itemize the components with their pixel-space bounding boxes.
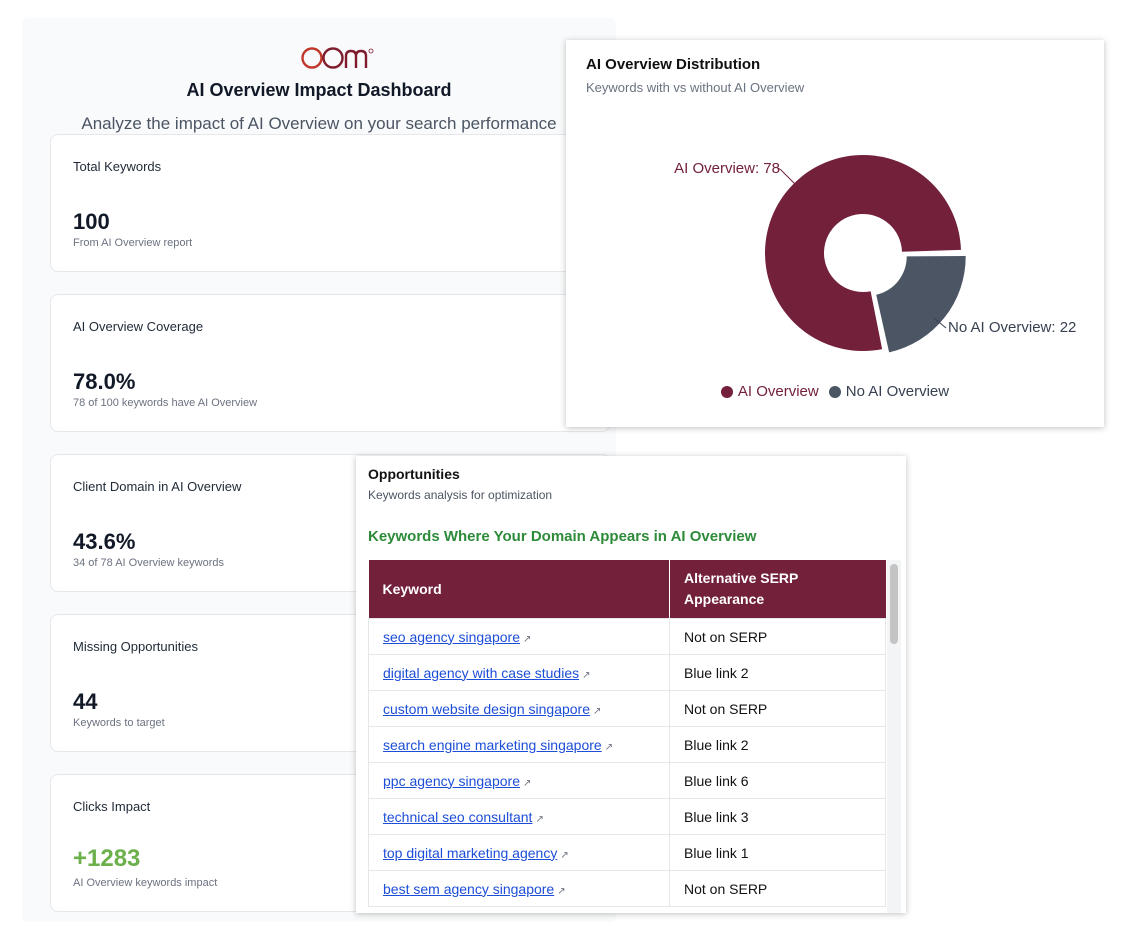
- keywords-table-wrapper: Keyword Alternative SERP Appearance seo …: [368, 560, 886, 913]
- legend-item-no-ai-overview[interactable]: No AI Overview: [828, 383, 950, 400]
- card-title: Clicks Impact: [73, 799, 151, 814]
- card-value: 78.0%: [73, 369, 136, 394]
- keyword-cell: search engine marketing singapore ↗: [368, 726, 670, 763]
- card-title: Missing Opportunities: [73, 639, 198, 654]
- slice-no-ai-overview[interactable]: [876, 255, 966, 353]
- keyword-link[interactable]: top digital marketing agency: [383, 845, 557, 861]
- card-title: Client Domain in AI Overview: [73, 479, 242, 494]
- appearance-cell: Blue link 6: [669, 762, 886, 799]
- keyword-link[interactable]: search engine marketing singapore: [383, 737, 602, 753]
- keyword-link[interactable]: digital agency with case studies: [383, 665, 579, 681]
- table-row: top digital marketing agency ↗ Blue link 1: [368, 834, 886, 871]
- keyword-link[interactable]: ppc agency singapore: [383, 773, 520, 789]
- stat-card-total-keywords: Total Keywords 100 From AI Overview repo…: [50, 134, 610, 272]
- external-link-icon[interactable]: ↗: [593, 706, 601, 717]
- card-note: Keywords to target: [73, 717, 165, 729]
- page-subtitle: Analyze the impact of AI Overview on you…: [81, 114, 557, 133]
- legend-label: AI Overview: [737, 383, 819, 400]
- card-note: From AI Overview report: [73, 237, 193, 249]
- external-link-icon[interactable]: ↗: [605, 742, 613, 753]
- keyword-link[interactable]: technical seo consultant: [383, 809, 532, 825]
- card-value: 44: [73, 689, 98, 714]
- card-value: 100: [73, 209, 110, 234]
- card-note: 78 of 100 keywords have AI Overview: [73, 397, 258, 409]
- panel-title: Opportunities: [368, 466, 460, 482]
- keyword-cell: digital agency with case studies ↗: [368, 654, 670, 691]
- leader-line-ai-overview: [777, 167, 797, 186]
- table-row: digital agency with case studies ↗ Blue li…: [368, 654, 886, 691]
- keyword-cell: top digital marketing agency ↗: [368, 834, 670, 871]
- column-header-keyword[interactable]: Keyword: [368, 560, 670, 619]
- legend-dot: [828, 385, 841, 398]
- section-heading: Keywords Where Your Domain Appears in AI…: [368, 528, 757, 545]
- opportunities-panel: Opportunities Keywords analysis for opti…: [356, 456, 906, 913]
- table-header-row: Keyword Alternative SERP Appearance: [368, 560, 886, 619]
- keyword-link[interactable]: custom website design singapore: [383, 701, 590, 717]
- table-row: best sem agency singapore ↗ Not on SERP: [368, 870, 886, 907]
- appearance-cell: Blue link 2: [669, 726, 886, 763]
- data-label-no-ai-overview: No AI Overview: 22: [948, 319, 1076, 336]
- card-note: AI Overview keywords impact: [73, 877, 218, 889]
- table-row: technical seo consultant ↗ Blue link 3: [368, 798, 886, 835]
- page-title: AI Overview Impact Dashboard: [186, 80, 452, 100]
- panel-subtitle: Keywords analysis for optimization: [368, 488, 553, 502]
- card-title: Total Keywords: [73, 159, 162, 174]
- legend-item-ai-overview[interactable]: AI Overview: [720, 383, 819, 400]
- keywords-table: Keyword Alternative SERP Appearance seo …: [368, 560, 886, 907]
- stat-card-coverage: AI Overview Coverage 78.0% 78 of 100 key…: [50, 294, 610, 432]
- external-link-icon[interactable]: ↗: [557, 886, 565, 897]
- appearance-cell: Not on SERP: [669, 870, 886, 907]
- external-link-icon[interactable]: ↗: [560, 850, 568, 861]
- legend-dot: [720, 385, 733, 398]
- external-link-icon[interactable]: ↗: [523, 634, 531, 645]
- card-note: 34 of 78 AI Overview keywords: [73, 557, 225, 569]
- keyword-link[interactable]: best sem agency singapore: [383, 881, 554, 897]
- card-value: +1283: [73, 845, 141, 872]
- appearance-cell: Blue link 1: [669, 834, 886, 871]
- donut-chart: AI Overview: 78 No AI Overview: 22: [674, 155, 1076, 353]
- external-link-icon[interactable]: ↗: [523, 778, 531, 789]
- keyword-cell: best sem agency singapore ↗: [368, 870, 670, 907]
- table-row: ppc agency singapore ↗ Blue link 6: [368, 762, 886, 799]
- data-label-ai-overview: AI Overview: 78: [674, 160, 780, 177]
- appearance-cell: Blue link 3: [669, 798, 886, 835]
- chart-legend: AI Overview No AI Overview: [566, 383, 1104, 400]
- keyword-cell: custom website design singapore ↗: [368, 690, 670, 727]
- card-title: AI Overview Coverage: [73, 319, 204, 334]
- legend-label: No AI Overview: [845, 383, 950, 400]
- card-value: 43.6%: [73, 529, 136, 554]
- external-link-icon[interactable]: ↗: [582, 670, 590, 681]
- table-row: seo agency singapore ↗ Not on SERP: [368, 618, 886, 655]
- table-scrollbar[interactable]: [887, 560, 901, 913]
- keyword-cell: ppc agency singapore ↗: [368, 762, 670, 799]
- appearance-cell: Not on SERP: [669, 618, 886, 655]
- distribution-panel: AI Overview Distribution Keywords with v…: [566, 40, 1104, 427]
- stage: AI Overview Impact Dashboard Analyze the…: [0, 0, 1130, 938]
- keyword-cell: technical seo consultant ↗: [368, 798, 670, 835]
- table-row: custom website design singapore ↗ Not on S…: [368, 690, 886, 727]
- external-link-icon[interactable]: ↗: [535, 814, 543, 825]
- keyword-link[interactable]: seo agency singapore: [383, 629, 520, 645]
- column-header-appearance[interactable]: Alternative SERP Appearance: [669, 560, 886, 619]
- appearance-cell: Blue link 2: [669, 654, 886, 691]
- appearance-cell: Not on SERP: [669, 690, 886, 727]
- keyword-cell: seo agency singapore ↗: [368, 618, 670, 655]
- scrollbar-thumb[interactable]: [890, 564, 898, 644]
- table-row: search engine marketing singapore ↗ Blue l…: [368, 726, 886, 763]
- oom-logo: [301, 47, 374, 69]
